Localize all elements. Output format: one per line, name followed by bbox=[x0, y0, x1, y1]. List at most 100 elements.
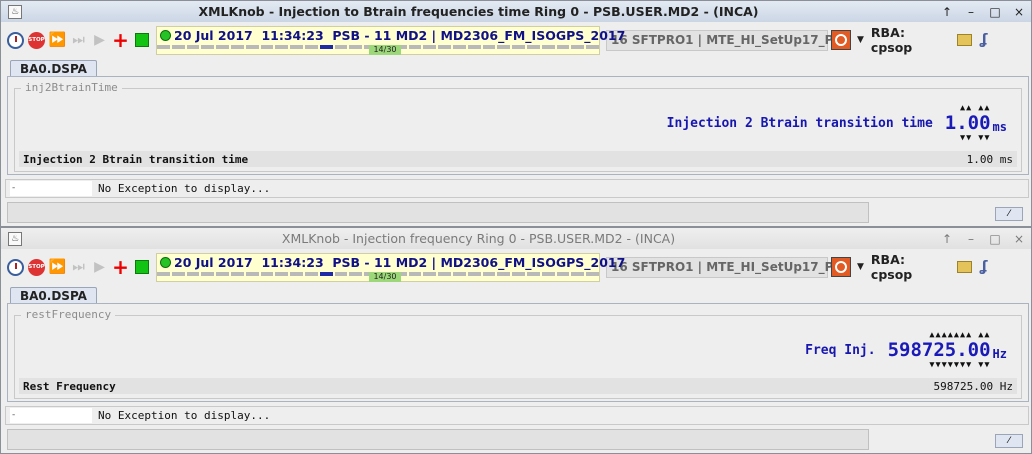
red-cross-icon[interactable]: + bbox=[110, 30, 131, 51]
cycle-segment bbox=[423, 271, 437, 276]
knob: ▲▲▲▲▲▲▲ ▲▲ 598725.00 ▼▼▼▼▼▼▼ ▼▼ bbox=[888, 330, 991, 370]
move-up-button[interactable]: ↑ bbox=[935, 5, 959, 19]
value-label: Injection 2 Btrain transition time bbox=[666, 115, 933, 131]
cycle-segment bbox=[586, 44, 599, 49]
exception-field[interactable]: - bbox=[10, 408, 92, 423]
cycle-segment bbox=[304, 44, 318, 49]
folder-icon[interactable] bbox=[956, 34, 972, 46]
exception-message: No Exception to display... bbox=[98, 409, 271, 422]
clock-icon[interactable] bbox=[5, 257, 26, 278]
cycle-segment bbox=[349, 44, 363, 49]
bottom-field[interactable] bbox=[7, 202, 869, 223]
cycle-count: 14/30 bbox=[369, 44, 401, 55]
chevron-down-icon[interactable]: ▼ bbox=[857, 262, 864, 272]
readback-row: Rest Frequency 598725.00 Hz bbox=[19, 378, 1017, 394]
cycle-segment bbox=[526, 271, 540, 276]
readback-label: Rest Frequency bbox=[23, 379, 116, 393]
user-field[interactable]: 16 SFTPRO1 | MTE_HI_SetUp17_PSB bbox=[606, 256, 851, 278]
cycle-segment bbox=[423, 44, 437, 49]
window-title: XMLKnob - Injection to Btrain frequencie… bbox=[198, 4, 759, 19]
knob-window-2: ♨ XMLKnob - Injection frequency Ring 0 -… bbox=[0, 227, 1032, 454]
java-icon[interactable]: ʆ bbox=[980, 32, 992, 48]
cycle-segment bbox=[201, 271, 215, 276]
cycle-segment bbox=[512, 271, 525, 276]
cycle-date: 20 Jul 2017 bbox=[174, 254, 253, 270]
knob-unit: Hz bbox=[992, 347, 1007, 361]
cycle-segment bbox=[245, 44, 259, 49]
maximize-button[interactable]: □ bbox=[983, 232, 1007, 246]
cycle-text: PSB - 11 MD2 | MD2306_FM_ISOGPS_2017 bbox=[332, 27, 626, 43]
cycle-segment bbox=[349, 271, 363, 276]
green-square-icon[interactable] bbox=[131, 30, 152, 51]
toolbar: STOP ⏩ ⏭ ▶ + 20 Jul 2017 11:34:23 PSB - … bbox=[5, 25, 1029, 55]
knob-value[interactable]: 1.00 bbox=[945, 113, 991, 133]
value-group: restFrequency Freq Inj. ▲▲▲▲▲▲▲ ▲▲ 59872… bbox=[14, 308, 1022, 399]
clock-icon[interactable] bbox=[5, 30, 26, 51]
cycle-segment bbox=[467, 44, 481, 49]
cycle-segment bbox=[201, 44, 215, 49]
minimize-button[interactable]: – bbox=[959, 232, 983, 246]
cycle-segment bbox=[571, 271, 585, 276]
bottom-button[interactable]: ⁄ bbox=[995, 207, 1023, 221]
cycle-time: 11:34:23 bbox=[261, 27, 324, 43]
cycle-time: 11:34:23 bbox=[261, 254, 324, 270]
cycle-segment bbox=[290, 271, 303, 276]
status-dot-icon bbox=[160, 256, 171, 268]
title-bar[interactable]: ♨ XMLKnob - Injection frequency Ring 0 -… bbox=[1, 228, 1031, 249]
power-icon[interactable] bbox=[831, 30, 851, 50]
play-icon[interactable]: ▶ bbox=[89, 257, 110, 278]
toolbar: STOP ⏩ ⏭ ▶ + 20 Jul 2017 11:34:23 PSB - … bbox=[5, 252, 1029, 282]
value-row: Freq Inj. ▲▲▲▲▲▲▲ ▲▲ 598725.00 ▼▼▼▼▼▼▼ ▼… bbox=[805, 330, 1007, 370]
cycle-count: 14/30 bbox=[369, 271, 401, 282]
knob-window-1: ♨ XMLKnob - Injection to Btrain frequenc… bbox=[0, 0, 1032, 227]
step-icon[interactable]: ⏭ bbox=[68, 30, 89, 51]
cycle-segment bbox=[408, 44, 422, 49]
cycle-segment bbox=[319, 271, 333, 276]
stop-icon[interactable]: STOP bbox=[26, 257, 47, 278]
fast-forward-icon[interactable]: ⏩ bbox=[47, 257, 68, 278]
cycle-segment bbox=[482, 271, 496, 276]
folder-icon[interactable] bbox=[956, 261, 972, 273]
close-button[interactable]: × bbox=[1007, 232, 1031, 246]
cycle-segment bbox=[230, 271, 244, 276]
tab-panel: restFrequency Freq Inj. ▲▲▲▲▲▲▲ ▲▲ 59872… bbox=[7, 303, 1029, 402]
knob-value[interactable]: 598725.00 bbox=[888, 340, 991, 360]
cycle-segment bbox=[157, 271, 170, 276]
close-button[interactable]: × bbox=[1007, 5, 1031, 19]
app-icon[interactable]: ♨ bbox=[8, 231, 22, 246]
bottom-button[interactable]: ⁄ bbox=[995, 434, 1023, 448]
cycle-segment bbox=[275, 44, 289, 49]
readback-value: 598725.00 Hz bbox=[933, 379, 1013, 393]
cycle-segment bbox=[171, 44, 185, 49]
cycle-indicator: 20 Jul 2017 11:34:23 PSB - 11 MD2 | MD23… bbox=[156, 25, 625, 55]
cycle-date: 20 Jul 2017 bbox=[174, 27, 253, 43]
user-field[interactable]: 16 SFTPRO1 | MTE_HI_SetUp17_PSB bbox=[606, 29, 851, 51]
title-bar[interactable]: ♨ XMLKnob - Injection to Btrain frequenc… bbox=[1, 1, 1031, 22]
value-row: Injection 2 Btrain transition time ▲▲ ▲▲… bbox=[667, 103, 1007, 143]
red-cross-icon[interactable]: + bbox=[110, 257, 131, 278]
bottom-field[interactable] bbox=[7, 429, 869, 450]
exception-field[interactable]: - bbox=[10, 181, 92, 196]
play-icon[interactable]: ▶ bbox=[89, 30, 110, 51]
stop-icon[interactable]: STOP bbox=[26, 30, 47, 51]
cycle-segment bbox=[186, 271, 200, 276]
java-icon[interactable]: ʆ bbox=[980, 259, 992, 275]
cycle-segment bbox=[334, 44, 348, 49]
cycle-segment bbox=[304, 271, 318, 276]
step-icon[interactable]: ⏭ bbox=[68, 257, 89, 278]
power-icon[interactable] bbox=[831, 257, 851, 277]
fast-forward-icon[interactable]: ⏩ bbox=[47, 30, 68, 51]
app-icon[interactable]: ♨ bbox=[8, 4, 22, 19]
status-dot-icon bbox=[160, 29, 171, 41]
decrement-arrows[interactable]: ▼▼▼▼▼▼▼ ▼▼ bbox=[929, 360, 990, 370]
green-square-icon[interactable] bbox=[131, 257, 152, 278]
cycle-segment bbox=[230, 44, 244, 49]
rba-label: RBA: cpsop bbox=[870, 25, 913, 55]
exception-message: No Exception to display... bbox=[98, 182, 271, 195]
minimize-button[interactable]: – bbox=[959, 5, 983, 19]
decrement-arrows[interactable]: ▼▼ ▼▼ bbox=[960, 133, 991, 143]
maximize-button[interactable]: □ bbox=[983, 5, 1007, 19]
move-up-button[interactable]: ↑ bbox=[935, 232, 959, 246]
rba-label: RBA: cpsop bbox=[870, 252, 913, 282]
chevron-down-icon[interactable]: ▼ bbox=[857, 35, 864, 45]
